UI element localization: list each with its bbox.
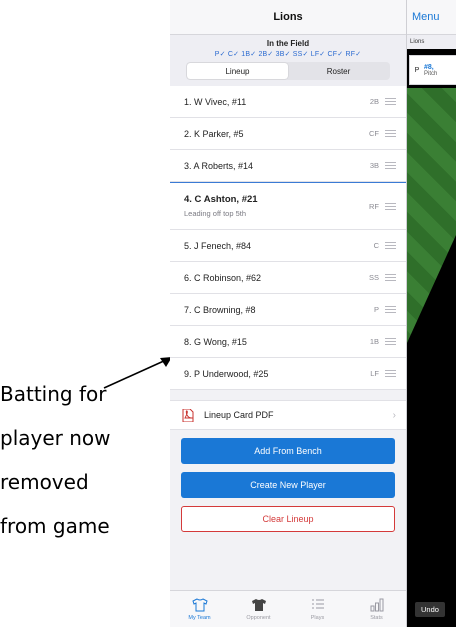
player-name: 4. C Ashton, #21 — [184, 194, 258, 205]
game-panel: Menu Lions P #8, Pitch Undo — [407, 0, 456, 627]
annotation-line-1: Batting for — [0, 382, 107, 406]
player-position: LF — [370, 369, 379, 378]
player-name: 9. P Underwood, #25 — [184, 368, 269, 379]
player-name: 6. C Robinson, #62 — [184, 272, 262, 283]
drag-handle-icon[interactable] — [385, 162, 396, 169]
bar-chart-icon — [370, 597, 384, 613]
player-name: 7. C Browning, #8 — [184, 304, 256, 315]
tab-opponent[interactable]: Opponent — [229, 591, 288, 627]
lineup-row[interactable]: 3. A Roberts, #14 3B — [170, 150, 406, 182]
positions-status: P✓ C✓ 1B✓ 2B✓ 3B✓ SS✓ LF✓ CF✓ RF✓ — [214, 51, 362, 58]
player-name: 2. K Parker, #5 — [184, 128, 244, 139]
tab-stats[interactable]: Stats — [347, 591, 406, 627]
player-note: Leading off top 5th — [184, 209, 246, 218]
chevron-right-icon: › — [392, 409, 396, 421]
lineup-roster-toggle: Lineup Roster — [186, 62, 390, 80]
tab-label: My Team — [188, 615, 211, 621]
segment-lineup[interactable]: Lineup — [187, 63, 288, 79]
player-position: 2B — [369, 97, 379, 106]
add-from-bench-button[interactable]: Add From Bench — [181, 438, 395, 464]
lineup-row[interactable]: 5. J Fenech, #84 C — [170, 230, 406, 262]
lineup-row-selected[interactable]: 4. C Ashton, #21 Leading off top 5th RF — [170, 182, 406, 230]
drag-handle-icon[interactable] — [385, 370, 396, 377]
player-position: P — [373, 305, 379, 314]
jersey-filled-icon — [251, 597, 267, 613]
tab-label: Stats — [370, 615, 383, 621]
drag-handle-icon[interactable] — [385, 130, 396, 137]
drag-handle-icon[interactable] — [385, 306, 396, 313]
menu-button[interactable]: Menu — [407, 0, 456, 35]
jersey-outline-icon — [191, 597, 208, 613]
clear-lineup-button[interactable]: Clear Lineup — [181, 506, 395, 532]
annotation-line-2: player now — [0, 426, 111, 450]
lineup-row[interactable]: 6. C Robinson, #62 SS — [170, 262, 406, 294]
pdf-icon — [182, 408, 194, 422]
undo-button[interactable]: Undo — [415, 602, 445, 617]
player-name: 8. G Wong, #15 — [184, 336, 247, 347]
card-number: #8, — [424, 63, 434, 71]
list-icon — [311, 597, 325, 613]
lineup-row[interactable]: 9. P Underwood, #25 LF — [170, 358, 406, 390]
tab-plays[interactable]: Plays — [288, 591, 347, 627]
lineup-row[interactable]: 8. G Wong, #15 1B — [170, 326, 406, 358]
drag-handle-icon[interactable] — [385, 338, 396, 345]
drag-handle-icon[interactable] — [385, 98, 396, 105]
pdf-label: Lineup Card PDF — [204, 410, 274, 420]
field-title: In the Field — [266, 39, 310, 48]
player-name: 3. A Roberts, #14 — [184, 160, 254, 171]
lineup-panel: Lions In the Field P✓ C✓ 1B✓ 2B✓ 3B✓ SS✓… — [170, 0, 407, 627]
player-name: 5. J Fenech, #84 — [184, 240, 252, 251]
player-position: C — [373, 241, 379, 250]
player-position: 3B — [369, 161, 379, 170]
lineup-card-pdf-row[interactable]: Lineup Card PDF › — [170, 400, 406, 430]
annotation-line-4: from game — [0, 514, 110, 538]
player-position: CF — [369, 129, 379, 138]
card-position: P — [414, 66, 420, 74]
tab-label: Opponent — [246, 615, 271, 621]
field-header: In the Field P✓ C✓ 1B✓ 2B✓ 3B✓ SS✓ LF✓ C… — [170, 35, 406, 86]
drag-handle-icon[interactable] — [385, 242, 396, 249]
player-position: SS — [368, 273, 379, 282]
drag-handle-icon[interactable] — [385, 274, 396, 281]
game-team-label: Lions — [407, 35, 456, 49]
segment-roster[interactable]: Roster — [288, 63, 389, 79]
tab-my-team[interactable]: My Team — [170, 591, 229, 627]
current-pitcher-card[interactable]: P #8, Pitch — [409, 55, 456, 85]
player-position: 1B — [369, 337, 379, 346]
lineup-row[interactable]: 1. W Vivec, #11 2B — [170, 86, 406, 118]
drag-handle-icon[interactable] — [385, 202, 396, 210]
card-role: Pitch — [424, 70, 438, 77]
player-name: 1. W Vivec, #11 — [184, 96, 247, 107]
tab-bar: My Team Opponent Plays Stats — [170, 590, 406, 627]
annotation-text: Batting for player now removed from game — [0, 372, 160, 548]
lineup-row[interactable]: 7. C Browning, #8 P — [170, 294, 406, 326]
lineup-list: 1. W Vivec, #11 2B 2. K Parker, #5 CF 3.… — [170, 86, 406, 390]
player-position: RF — [369, 201, 379, 211]
lineup-row[interactable]: 2. K Parker, #5 CF — [170, 118, 406, 150]
annotation-line-3: removed — [0, 470, 89, 494]
create-new-player-button[interactable]: Create New Player — [181, 472, 395, 498]
nav-title: Lions — [170, 0, 406, 35]
tab-label: Plays — [310, 615, 325, 621]
